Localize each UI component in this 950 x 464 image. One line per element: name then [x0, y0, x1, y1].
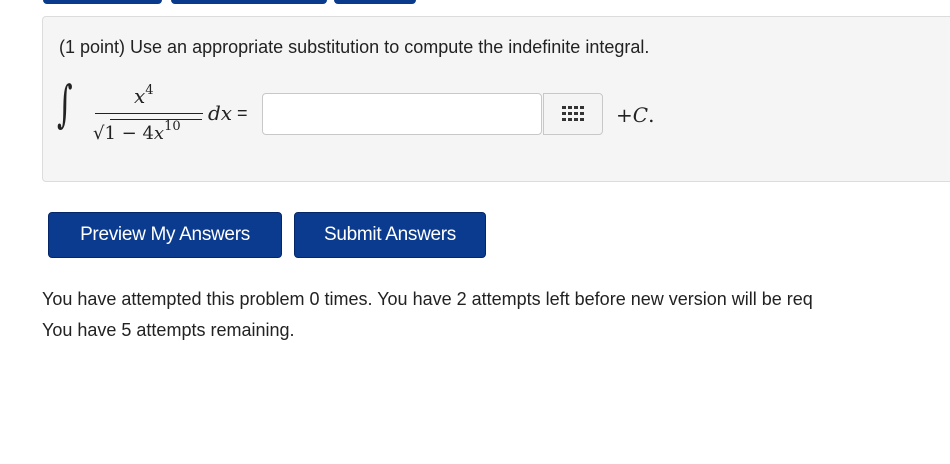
attempts-line-1: You have attempted this problem 0 times.… [42, 289, 813, 309]
keypad-button[interactable] [543, 93, 603, 135]
top-nav-tab-2[interactable] [171, 0, 327, 4]
top-nav-tab-3[interactable] [334, 0, 416, 4]
constant-c: C [632, 103, 649, 127]
equals-sign: = [237, 103, 248, 123]
integral-sign: ∫ [57, 75, 73, 133]
plus-constant: +C. [616, 103, 654, 127]
answer-input[interactable] [262, 93, 542, 135]
top-nav-tab-1[interactable] [43, 0, 162, 4]
fraction-denominator: √1 − 4x10 [93, 119, 181, 144]
keypad-grid-icon [562, 106, 584, 121]
fraction-numerator: x4 [134, 83, 154, 108]
attempts-info: You have attempted this problem 0 times.… [42, 284, 813, 346]
preview-answers-button[interactable]: Preview My Answers [48, 212, 282, 258]
plus-sign: + [616, 103, 633, 127]
differential: dx [208, 101, 233, 125]
numerator-variable: x [134, 84, 146, 108]
submit-answers-button[interactable]: Submit Answers [294, 212, 486, 258]
problem-panel: (1 point) Use an appropriate substitutio… [42, 16, 950, 182]
fraction-bar [95, 113, 203, 114]
denominator-variable: x [153, 123, 165, 144]
denominator-prefix: √1 − 4 [93, 123, 154, 144]
attempts-line-2: You have 5 attempts remaining. [42, 320, 295, 340]
denominator-exponent: 10 [164, 119, 181, 134]
period: . [648, 103, 655, 127]
problem-prompt: (1 point) Use an appropriate substitutio… [59, 37, 650, 57]
numerator-exponent: 4 [145, 83, 154, 98]
